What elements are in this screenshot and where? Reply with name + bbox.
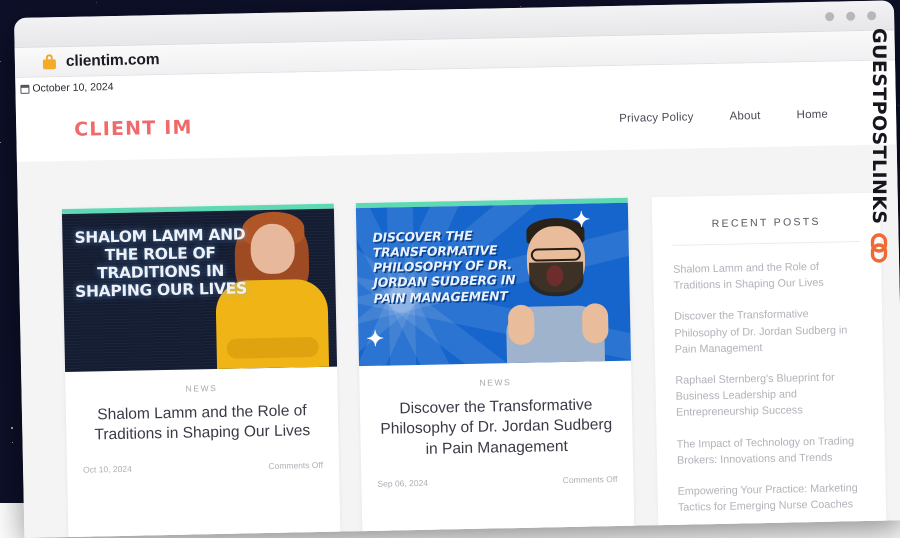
article-footer: Oct 10, 2024 Comments Off <box>83 460 323 475</box>
nav-item-about[interactable]: About <box>729 110 760 123</box>
window-controls[interactable] <box>825 11 876 21</box>
article-category[interactable]: NEWS <box>375 375 615 390</box>
splash-icon: ✦ <box>366 329 384 350</box>
article-comments: Comments Off <box>268 460 323 471</box>
site-logo[interactable]: CLIENT IM <box>74 116 193 140</box>
recent-post-link[interactable]: Empowering Your Practice: Marketing Tact… <box>677 480 866 516</box>
article-title[interactable]: Shalom Lamm and the Role of Traditions i… <box>82 401 323 447</box>
window-dot-2[interactable] <box>846 11 855 20</box>
list-item[interactable]: Raphael Sternberg's Blueprint for Busine… <box>675 369 864 421</box>
chain-link-icon <box>866 232 892 264</box>
browser-window: clientim.com October 10, 2024 CLIENT IM … <box>14 0 900 538</box>
article-thumbnail[interactable]: ✦ ✦ DISCOVER THE TRANSFORMATIVE PHILOSOP… <box>356 203 631 366</box>
watermark-label: GUESTPOSTLINKS <box>868 28 890 224</box>
article-footer: Sep 06, 2024 Comments Off <box>377 474 617 489</box>
article-category[interactable]: NEWS <box>81 381 321 396</box>
list-item[interactable]: The Impact of Technology on Trading Brok… <box>677 433 866 469</box>
current-date: October 10, 2024 <box>32 81 113 95</box>
nav-item-privacy-policy[interactable]: Privacy Policy <box>619 111 694 124</box>
thumbnail-headline: DISCOVER THE TRANSFORMATIVE PHILOSOPHY O… <box>372 227 523 306</box>
nav-item-home[interactable]: Home <box>797 109 829 122</box>
recent-posts-widget: RECENT POSTS Shalom Lamm and the Role of… <box>652 193 887 538</box>
sidebar: RECENT POSTS Shalom Lamm and the Role of… <box>652 193 887 538</box>
thumbnail-headline: SHALOM LAMM AND THE ROLE OF TRADITIONS I… <box>72 226 248 301</box>
article-comments: Comments Off <box>563 474 618 485</box>
recent-posts-list: Shalom Lamm and the Role of Traditions i… <box>673 258 866 516</box>
article-date: Sep 06, 2024 <box>377 478 428 489</box>
calendar-icon <box>20 84 29 93</box>
padlock-icon <box>43 54 56 69</box>
article-meta: NEWS Discover the Transformative Philoso… <box>359 361 634 502</box>
list-item[interactable]: Shalom Lamm and the Role of Traditions i… <box>673 258 862 294</box>
article-title[interactable]: Discover the Transformative Philosophy o… <box>376 395 617 461</box>
list-item[interactable]: Empowering Your Practice: Marketing Tact… <box>677 480 866 516</box>
article-card[interactable]: ✦ ✦ DISCOVER THE TRANSFORMATIVE PHILOSOP… <box>356 198 635 538</box>
article-date: Oct 10, 2024 <box>83 464 132 475</box>
article-card[interactable]: SHALOM LAMM AND THE ROLE OF TRADITIONS I… <box>62 204 341 538</box>
article-grid: SHALOM LAMM AND THE ROLE OF TRADITIONS I… <box>62 198 635 538</box>
splash-icon: ✦ <box>572 209 590 230</box>
article-meta: NEWS Shalom Lamm and the Role of Traditi… <box>65 367 339 487</box>
window-dot-1[interactable] <box>825 12 834 21</box>
recent-post-link[interactable]: Raphael Sternberg's Blueprint for Busine… <box>675 369 864 421</box>
recent-post-link[interactable]: The Impact of Technology on Trading Brok… <box>677 433 866 469</box>
article-thumbnail[interactable]: SHALOM LAMM AND THE ROLE OF TRADITIONS I… <box>62 209 337 372</box>
recent-posts-heading: RECENT POSTS <box>672 215 861 246</box>
recent-post-link[interactable]: Discover the Transformative Philosophy o… <box>674 305 863 357</box>
page-body: SHALOM LAMM AND THE ROLE OF TRADITIONS I… <box>17 144 900 538</box>
list-item[interactable]: Discover the Transformative Philosophy o… <box>674 305 863 357</box>
main-navigation: Privacy Policy About Home <box>619 108 854 125</box>
window-dot-3[interactable] <box>867 11 876 20</box>
guestpostlinks-watermark: GUESTPOSTLINKS <box>862 28 896 264</box>
url-text: clientim.com <box>66 51 160 71</box>
recent-post-link[interactable]: Shalom Lamm and the Role of Traditions i… <box>673 258 862 294</box>
